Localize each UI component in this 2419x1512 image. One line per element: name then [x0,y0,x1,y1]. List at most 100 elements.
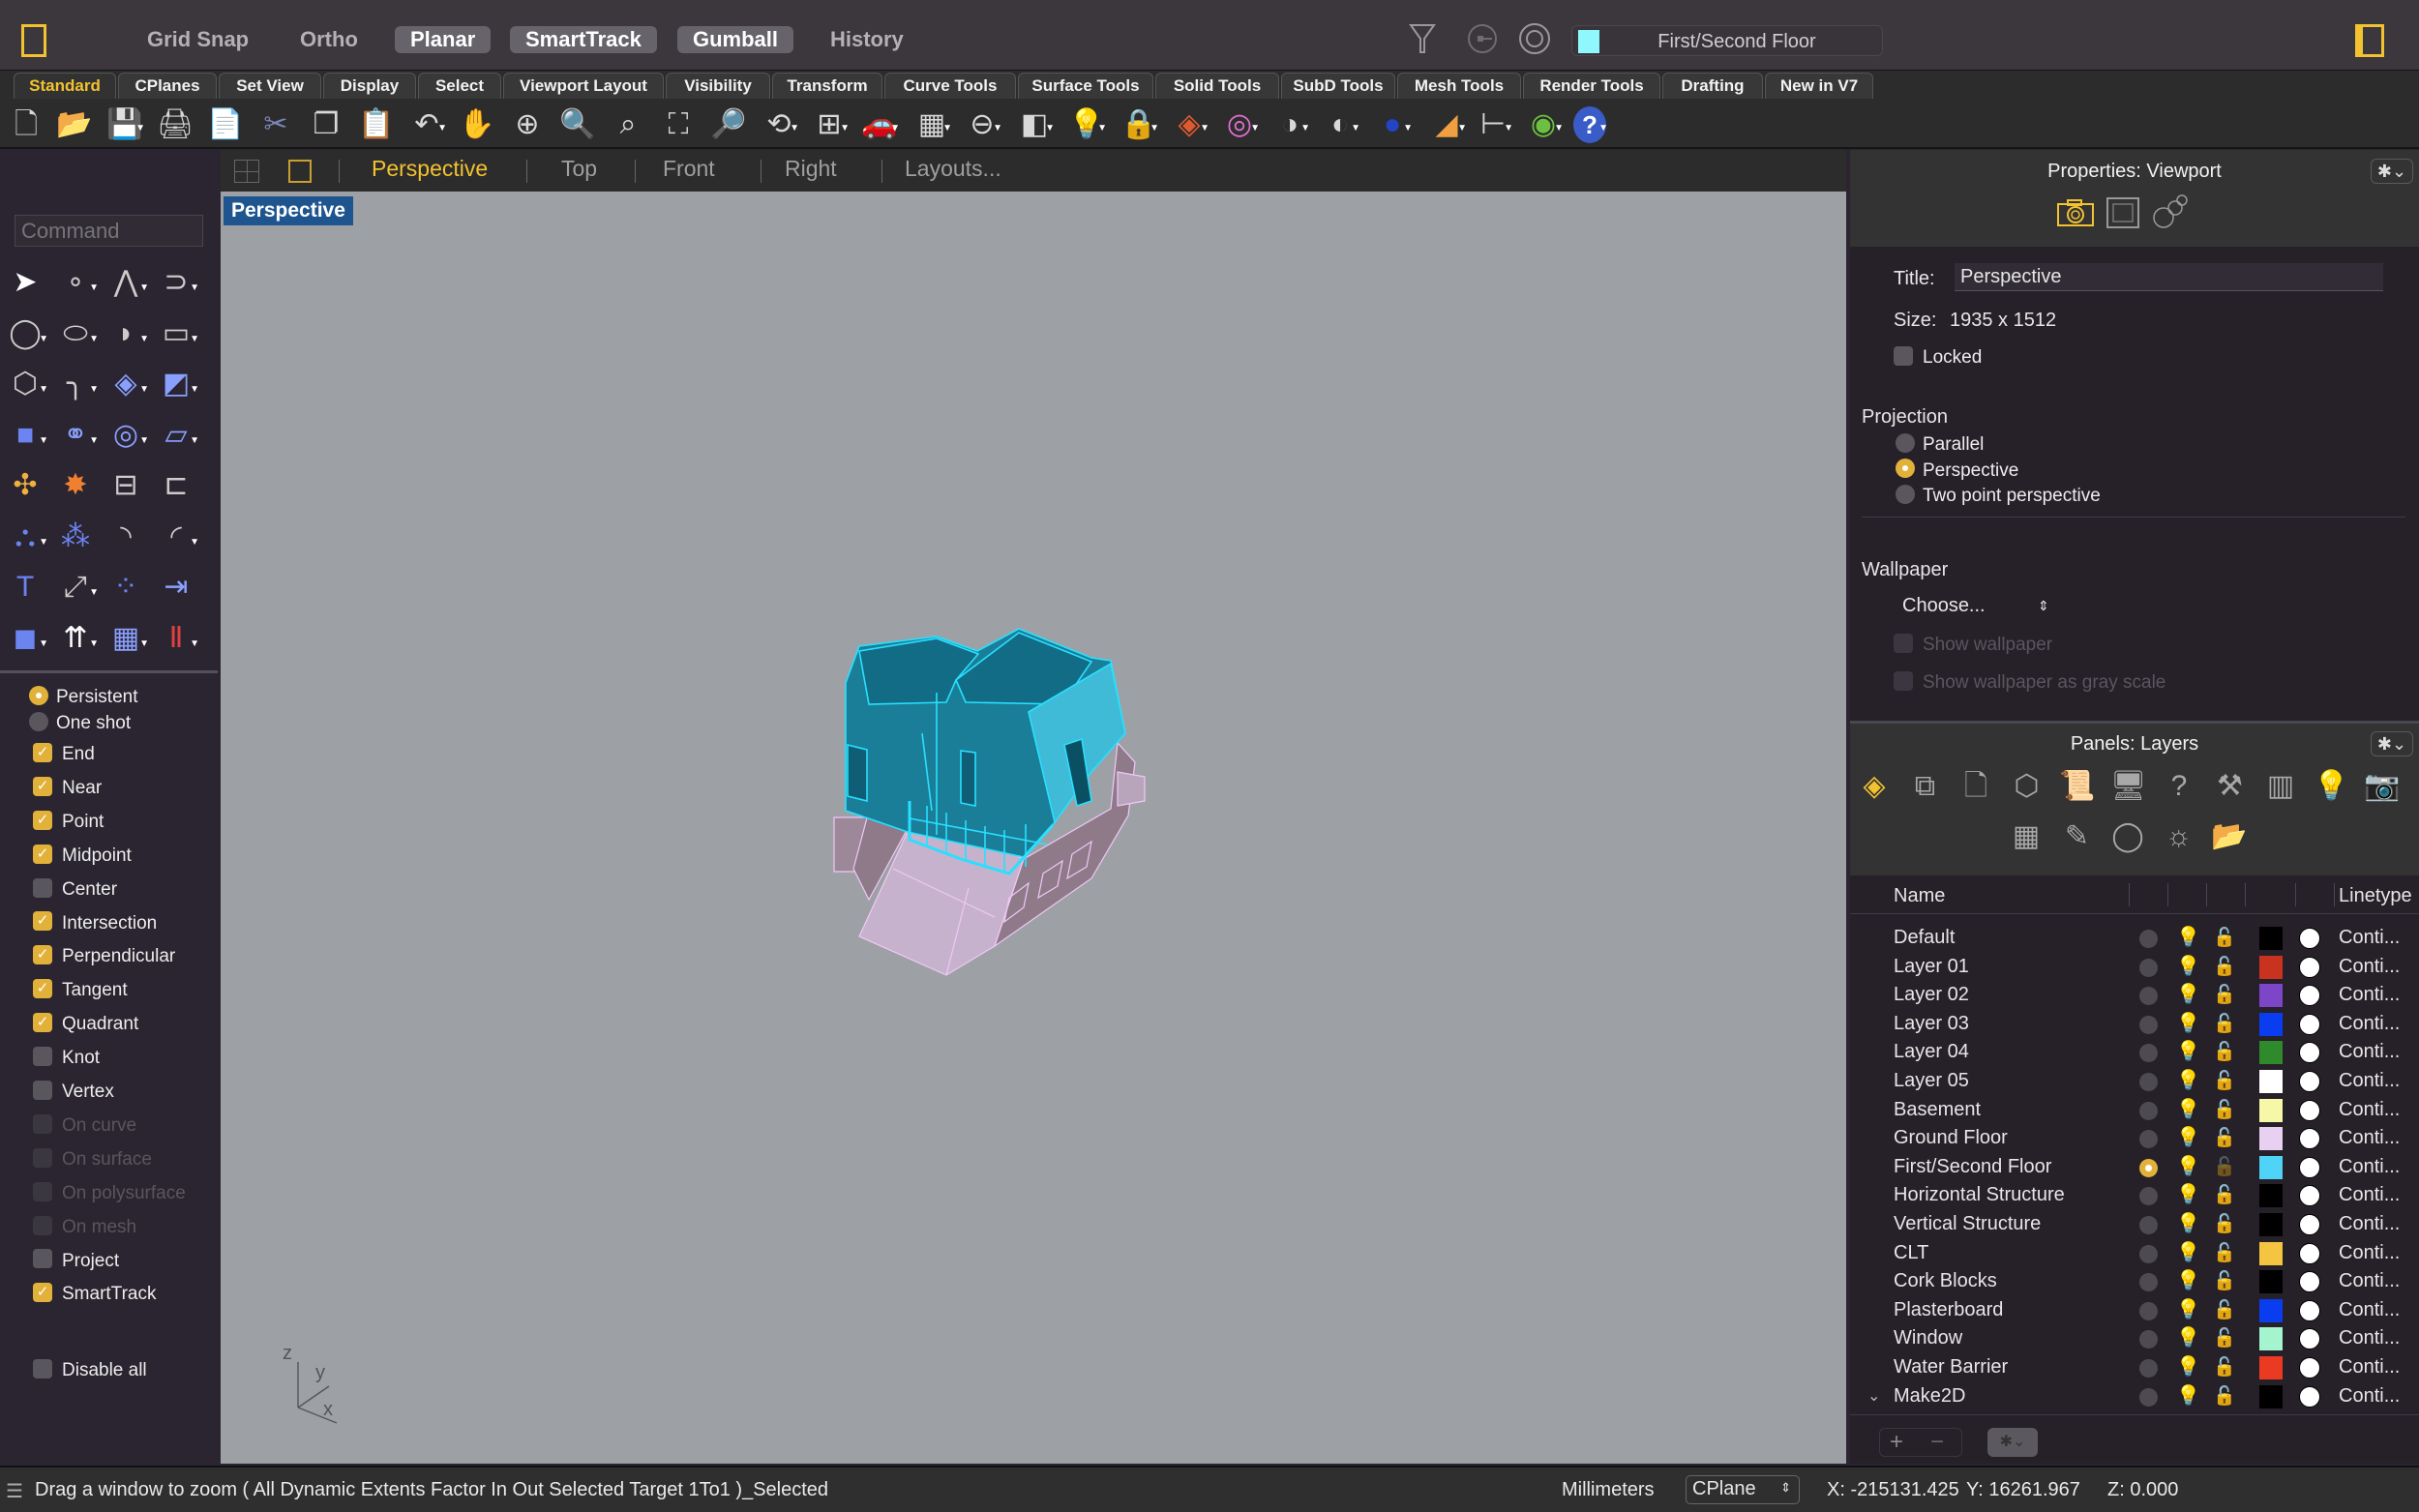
layer-color-swatch[interactable] [2259,1155,2283,1179]
osnap-on-surface-checkbox[interactable]: On surface [33,1145,152,1174]
loft-icon[interactable]: ◎ ▼ [106,416,149,455]
tab-solid-tools[interactable]: Solid Tools [1155,73,1279,100]
blend-curve-icon[interactable]: ◜ ▼ [157,518,199,556]
layer-name[interactable]: Basement [1894,1096,1981,1124]
lock-icon[interactable]: 🔒 ▼ [1120,106,1159,143]
current-layer-radio[interactable] [2139,987,2158,1006]
layer-linetype[interactable]: Conti... [2339,1153,2400,1181]
document-icon[interactable]: 🗋 [1956,767,1995,806]
undo-icon[interactable]: ↶ ▼ [408,106,447,143]
light-bulb-icon[interactable]: 💡 ▼ [1068,106,1107,143]
polygon-icon[interactable]: ⬡ ▼ [6,365,48,403]
tab-transform[interactable]: Transform [772,73,882,100]
shaded-sphere-icon[interactable]: ◑ ▼ [1271,106,1310,143]
layer-name[interactable]: Horizontal Structure [1894,1181,2065,1209]
unlocked-padlock-icon[interactable]: 🔓 [2213,1353,2236,1381]
help-icon[interactable]: ? [2160,767,2198,806]
section-icon[interactable]: Ⅱ ▼ [157,619,199,658]
rotate-view-icon[interactable]: ⊕ [509,106,546,143]
unlocked-padlock-icon[interactable]: 🔓 [2213,1181,2236,1209]
color-wheel-icon[interactable]: ◎ ▼ [1221,106,1260,143]
print-color-swatch[interactable] [2299,1385,2320,1408]
zoom-window-icon[interactable]: ⌕ [610,106,646,143]
print-color-swatch[interactable] [2299,928,2320,949]
sphere-icon[interactable]: ⚭ ▼ [56,416,99,455]
viewport-tab-right[interactable]: Right [785,156,837,182]
sun-icon[interactable]: ☼ [2160,817,2198,856]
new-file-icon[interactable]: 🗋 [8,106,45,143]
light-bulb-on-icon[interactable]: 💡 [2176,953,2200,981]
current-layer-dropdown[interactable]: First/Second Floor [1571,25,1883,56]
name-column-header[interactable]: Name [1894,885,1945,907]
layer-linetype[interactable]: Conti... [2339,953,2400,981]
object-properties-icon[interactable]: ◧ ▼ [1016,106,1055,143]
light-bulb-on-icon[interactable]: 💡 [2176,1067,2200,1095]
osnap-disable-all-checkbox[interactable]: Disable all [33,1356,147,1385]
tab-render-tools[interactable]: Render Tools [1523,73,1660,100]
layer-name[interactable]: Window [1894,1324,1962,1352]
ellipse-icon[interactable]: ⬭ ▼ [56,314,99,353]
layer-name[interactable]: Vertical Structure [1894,1210,2041,1238]
camera-icon[interactable] [2056,198,2095,227]
notes-icon[interactable]: 📜 [2058,767,2097,806]
layer-name[interactable]: Plasterboard [1894,1296,2003,1324]
print-color-swatch[interactable] [2299,985,2320,1007]
print-color-swatch[interactable] [2299,1042,2320,1064]
projection-two-point-perspective-radio[interactable]: Two point perspective [1896,482,2101,511]
unlocked-padlock-icon[interactable]: 🔓 [2213,1067,2236,1095]
layer-linetype[interactable]: Conti... [2339,1067,2400,1095]
osnap-point-checkbox[interactable]: ✓ Point [33,808,104,837]
locked-checkbox[interactable]: Locked [1894,343,1982,372]
unlocked-padlock-icon[interactable]: 🔓 [2213,1296,2236,1324]
light-bulb-off-icon[interactable]: 💡 [2176,1267,2200,1295]
projection-parallel-radio[interactable]: Parallel [1896,430,1984,460]
point-icon[interactable]: ∘ ▼ [56,263,99,302]
layer-name[interactable]: Layer 01 [1894,953,1969,981]
viewport-tab-top[interactable]: Top [561,156,597,182]
layers-options-button[interactable]: ✱⌄ [2371,731,2413,756]
print-color-swatch[interactable] [2299,1214,2320,1235]
osnap-on-mesh-checkbox[interactable]: On mesh [33,1213,136,1242]
spotlight-icon[interactable]: ◢ ▼ [1428,106,1467,143]
print-color-swatch[interactable] [2299,1328,2320,1350]
print-color-swatch[interactable] [2299,1271,2320,1293]
layer-name[interactable]: Water Barrier [1894,1353,2008,1381]
boolean-union-icon[interactable]: ⛬ ▼ [6,518,49,556]
print-color-swatch[interactable] [2299,1013,2320,1035]
layer-options-button[interactable]: ✱⌄ [1987,1428,2038,1457]
layer-row[interactable]: Default 💡 🔓 Conti... [1850,924,2419,953]
copy-icon[interactable]: ❐ [308,106,344,143]
layer-linetype[interactable]: Conti... [2339,1324,2400,1352]
osnap-knot-checkbox[interactable]: Knot [33,1044,100,1073]
print-color-swatch[interactable] [2299,1185,2320,1207]
layer-color-swatch[interactable] [2259,955,2283,979]
light-bulb-off-icon[interactable]: 💡 [2176,1181,2200,1209]
layer-name[interactable]: Cork Blocks [1894,1267,1997,1295]
osnap-mode-one-shot[interactable]: One shot [29,709,131,738]
show-wallpaper-checkbox[interactable]: Show wallpaper [1894,631,2052,660]
unlocked-padlock-icon[interactable]: 🔓 [2213,1153,2236,1181]
layer-row[interactable]: Layer 05 💡 🔓 Conti... [1850,1067,2419,1096]
remove-layer-button[interactable]: − [1930,1429,1944,1456]
wallpaper-choose-dropdown[interactable]: Choose... ⇕ [1902,595,2057,617]
right-sidebar-toggle-icon[interactable] [2355,24,2384,57]
layer-linetype[interactable]: Conti... [2339,1239,2400,1267]
smarttrack-toggle[interactable]: SmartTrack [510,26,657,53]
surface-from-points-icon[interactable]: ◈ ▼ [106,365,149,403]
tab-cplanes[interactable]: CPlanes [118,73,217,100]
grasshopper-icon[interactable]: ◉ ▼ [1525,106,1564,143]
cplane-dropdown[interactable]: CPlane ⇕ [1686,1475,1800,1504]
layer-color-swatch[interactable] [2259,1070,2283,1093]
layers-icon[interactable]: ◈ [1855,767,1894,806]
show-wallpaper-gray-checkbox[interactable]: Show wallpaper as gray scale [1894,668,2165,697]
layer-color-swatch[interactable] [2259,1241,2283,1265]
zoom-extents-icon[interactable]: ⛶ [660,106,697,143]
osnap-vertex-checkbox[interactable]: Vertex [33,1078,114,1107]
osnap-midpoint-checkbox[interactable]: ✓ Midpoint [33,842,132,871]
unlocked-padlock-icon[interactable]: 🔓 [2213,1324,2236,1352]
grid-array-icon[interactable]: ▦ ▼ [106,619,149,658]
osnap-icon[interactable]: ⊖ ▼ [964,106,1002,143]
viewport-title-label[interactable]: Perspective [224,196,353,225]
trim-icon[interactable]: ⊟ [106,466,145,505]
osnap-end-checkbox[interactable]: ✓ End [33,740,95,769]
